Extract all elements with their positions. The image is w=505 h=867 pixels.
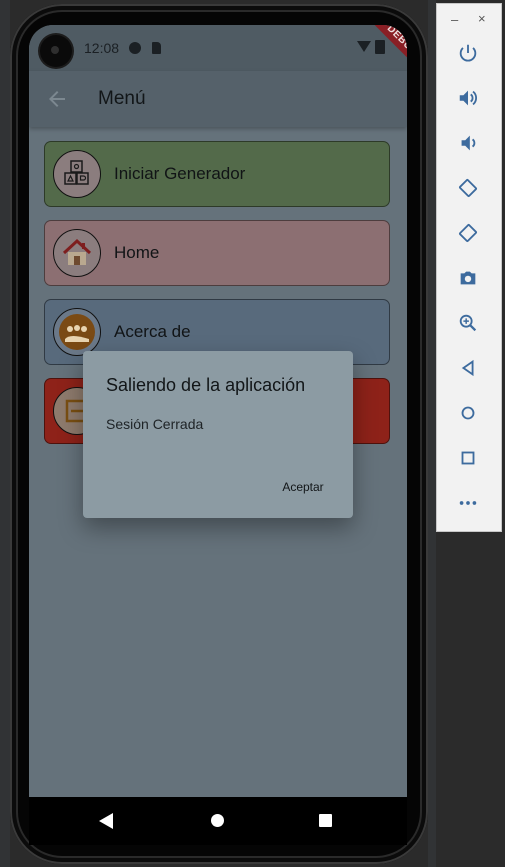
toy-blocks-icon — [53, 150, 101, 198]
overview-icon[interactable] — [455, 447, 481, 473]
dialog-title: Saliendo de la aplicación — [106, 375, 306, 395]
arrow-back-icon[interactable] — [45, 87, 69, 111]
back-icon[interactable] — [455, 357, 481, 383]
menu-item-home[interactable]: Home — [44, 220, 390, 286]
more-icon[interactable] — [455, 492, 481, 518]
nav-recents-icon[interactable] — [319, 814, 332, 827]
wifi-icon — [357, 41, 371, 52]
menu-item-label: Home — [114, 243, 160, 262]
nav-home-icon[interactable] — [211, 814, 224, 827]
logout-dialog: Saliendo de la aplicación Sesión Cerrada… — [83, 351, 353, 518]
page-title: Menú — [98, 88, 146, 109]
rotate-right-icon[interactable] — [455, 222, 481, 248]
dialog-message: Sesión Cerrada — [106, 416, 204, 432]
volume-up-icon[interactable] — [455, 87, 481, 113]
app-bar: Menú — [29, 71, 407, 127]
emulator-window-controls: – × — [437, 11, 503, 32]
camera-icon[interactable] — [455, 267, 481, 293]
google-icon — [129, 42, 141, 54]
battery-icon — [375, 40, 385, 54]
team-icon — [53, 308, 101, 356]
system-nav-bar — [29, 797, 407, 845]
menu-item-iniciar-generador[interactable]: Iniciar Generador — [44, 141, 390, 207]
device-screen: 12:08 DEBUG Menú Iniciar Generador Home … — [29, 25, 407, 797]
front-camera — [40, 35, 72, 67]
menu-item-label: Acerca de — [114, 322, 191, 341]
sd-card-icon — [152, 42, 161, 54]
close-icon[interactable]: × — [478, 11, 486, 26]
zoom-icon[interactable] — [455, 312, 481, 338]
power-icon[interactable] — [455, 42, 481, 68]
home-icon[interactable] — [455, 402, 481, 428]
minimize-icon[interactable]: – — [451, 12, 458, 27]
nav-back-icon[interactable] — [99, 813, 113, 829]
rotate-left-icon[interactable] — [455, 177, 481, 203]
house-icon — [53, 229, 101, 277]
ide-background — [0, 0, 10, 867]
volume-down-icon[interactable] — [455, 132, 481, 158]
status-bar: 12:08 DEBUG — [29, 25, 407, 86]
menu-item-label: Iniciar Generador — [114, 164, 246, 183]
status-time: 12:08 — [84, 40, 120, 56]
ide-background-right — [428, 0, 436, 867]
accept-button[interactable]: Aceptar — [269, 475, 337, 499]
emulator-control-panel: – × — [436, 3, 502, 532]
